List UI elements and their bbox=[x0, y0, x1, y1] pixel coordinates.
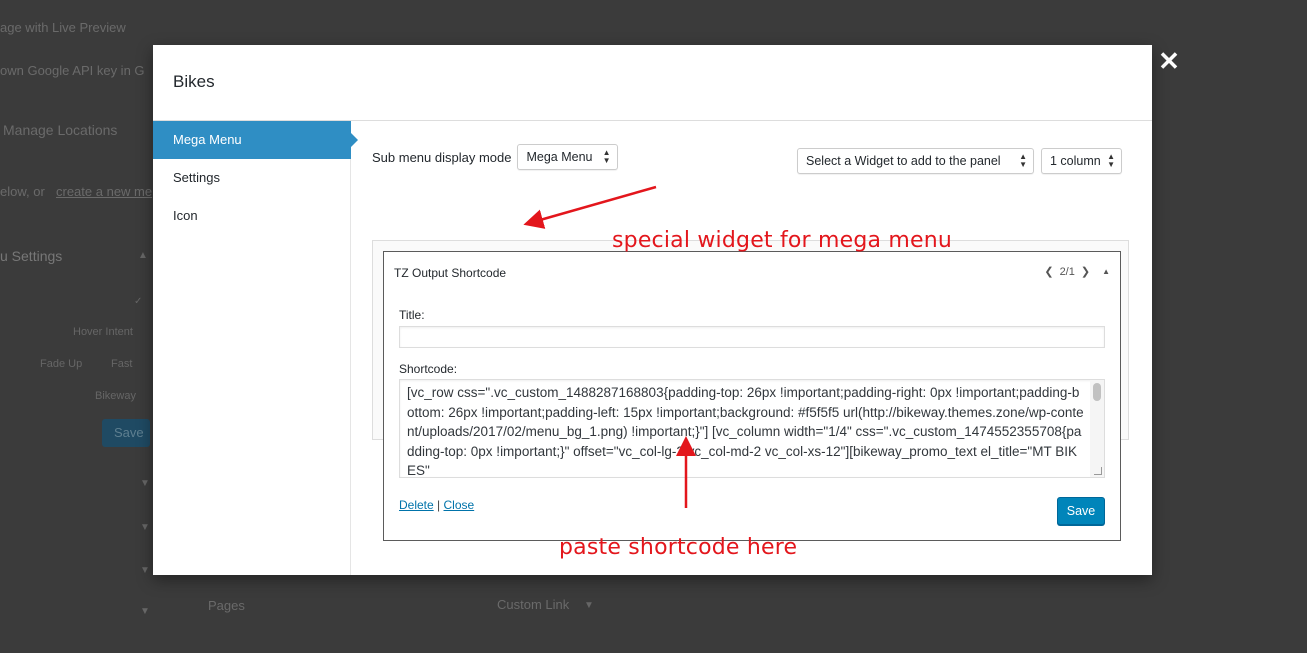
annotation-paste-note: paste shortcode here bbox=[559, 535, 798, 560]
display-mode-select[interactable]: Mega Menu ▲ ▼ bbox=[517, 144, 618, 170]
modal-content: Sub menu display mode Mega Menu ▲ ▼ Selec… bbox=[352, 121, 1152, 575]
delete-link[interactable]: Delete bbox=[399, 498, 434, 512]
bg-bikeway-select: Bikeway bbox=[95, 390, 136, 402]
bg-chevron-down-icon: ▼ bbox=[140, 478, 150, 489]
action-separator: | bbox=[437, 498, 441, 512]
bg-api-text: own Google API key in G bbox=[0, 63, 145, 78]
widget-pager: 2/1 bbox=[1059, 265, 1075, 278]
modal-sidebar: Mega Menu Settings Icon bbox=[153, 121, 358, 575]
widget-select[interactable]: Select a Widget to add to the panel ▲ ▼ bbox=[797, 148, 1034, 174]
annotation-widget-note: special widget for mega menu bbox=[612, 228, 953, 253]
resize-grip-icon[interactable] bbox=[1094, 467, 1102, 475]
select-arrows-icon: ▲ ▼ bbox=[1019, 152, 1027, 169]
close-link[interactable]: Close bbox=[444, 498, 475, 512]
close-icon[interactable]: ✕ bbox=[1158, 48, 1180, 74]
shortcode-textarea[interactable]: [vc_row css=".vc_custom_1488287168803{pa… bbox=[399, 379, 1105, 478]
chevron-left-icon[interactable]: ❮ bbox=[1044, 265, 1053, 278]
widget-title: TZ Output Shortcode bbox=[394, 266, 507, 280]
menu-item-modal: Bikes Mega Menu Settings Icon Sub menu d… bbox=[153, 45, 1152, 575]
bg-fade-up-select: Fade Up bbox=[40, 358, 83, 370]
shortcode-label: Shortcode: bbox=[399, 362, 458, 376]
bg-below-text: elow, or bbox=[0, 184, 45, 199]
bg-menu-settings-title: u Settings bbox=[0, 248, 63, 264]
widget-select-value: Select a Widget to add to the panel bbox=[806, 154, 1001, 168]
title-input[interactable] bbox=[399, 326, 1105, 348]
sidebar-item-label: Settings bbox=[173, 170, 220, 185]
modal-header: Bikes bbox=[153, 45, 1152, 121]
shortcode-value: [vc_row css=".vc_custom_1488287168803{pa… bbox=[407, 385, 1084, 478]
sidebar-item-mega-menu[interactable]: Mega Menu bbox=[153, 121, 358, 159]
sidebar-item-settings[interactable]: Settings bbox=[153, 159, 350, 197]
collapse-toggle-icon[interactable]: ▲ bbox=[1102, 267, 1110, 276]
sidebar-item-icon[interactable]: Icon bbox=[153, 197, 350, 235]
bg-chevron-down-icon-3: ▼ bbox=[140, 565, 150, 576]
bg-check-icon: ✓ bbox=[134, 296, 143, 307]
bg-pages-label: Pages bbox=[208, 598, 245, 613]
widget-nav: ❮ 2/1 ❯ ▲ bbox=[1044, 265, 1110, 279]
bg-chevron-up-icon: ▲ bbox=[138, 250, 148, 261]
bg-create-link: create a new me bbox=[56, 184, 153, 199]
sidebar-item-label: Mega Menu bbox=[173, 132, 242, 147]
display-mode-label: Sub menu display mode bbox=[372, 149, 512, 165]
display-mode-value: Mega Menu bbox=[526, 150, 593, 164]
bg-preview-text: age with Live Preview bbox=[0, 20, 126, 35]
scrollbar-thumb[interactable] bbox=[1093, 383, 1101, 401]
bg-chevron-down-icon-2: ▼ bbox=[140, 522, 150, 533]
bg-manage-locations-tab: Manage Locations bbox=[3, 122, 118, 138]
widget-editor: TZ Output Shortcode ❮ 2/1 ❯ ▲ Title: Sho… bbox=[383, 251, 1121, 541]
bg-chevron-down-icon-4: ▼ bbox=[140, 606, 150, 617]
widget-actions: Delete | Close bbox=[399, 498, 474, 512]
select-arrows-icon: ▲ ▼ bbox=[602, 148, 611, 165]
select-arrows-icon: ▲ ▼ bbox=[1107, 152, 1115, 169]
bg-save-button: Save bbox=[102, 419, 150, 447]
bg-hover-intent-select: Hover Intent bbox=[73, 326, 133, 338]
chevron-right-icon[interactable]: ❯ bbox=[1081, 265, 1090, 278]
bg-custom-link-label: Custom Link bbox=[497, 597, 570, 612]
modal-title: Bikes bbox=[173, 72, 215, 91]
display-mode-row: Sub menu display mode Mega Menu ▲ ▼ bbox=[372, 144, 618, 170]
textarea-scrollbar[interactable] bbox=[1090, 380, 1104, 477]
save-button[interactable]: Save bbox=[1057, 497, 1105, 525]
title-label: Title: bbox=[399, 308, 425, 322]
column-select[interactable]: 1 column ▲ ▼ bbox=[1041, 148, 1122, 174]
column-select-value: 1 column bbox=[1050, 154, 1101, 168]
sidebar-item-label: Icon bbox=[173, 208, 198, 223]
bg-fast-select: Fast bbox=[111, 358, 133, 370]
bg-custom-link-chevron-icon: ▼ bbox=[584, 600, 594, 611]
